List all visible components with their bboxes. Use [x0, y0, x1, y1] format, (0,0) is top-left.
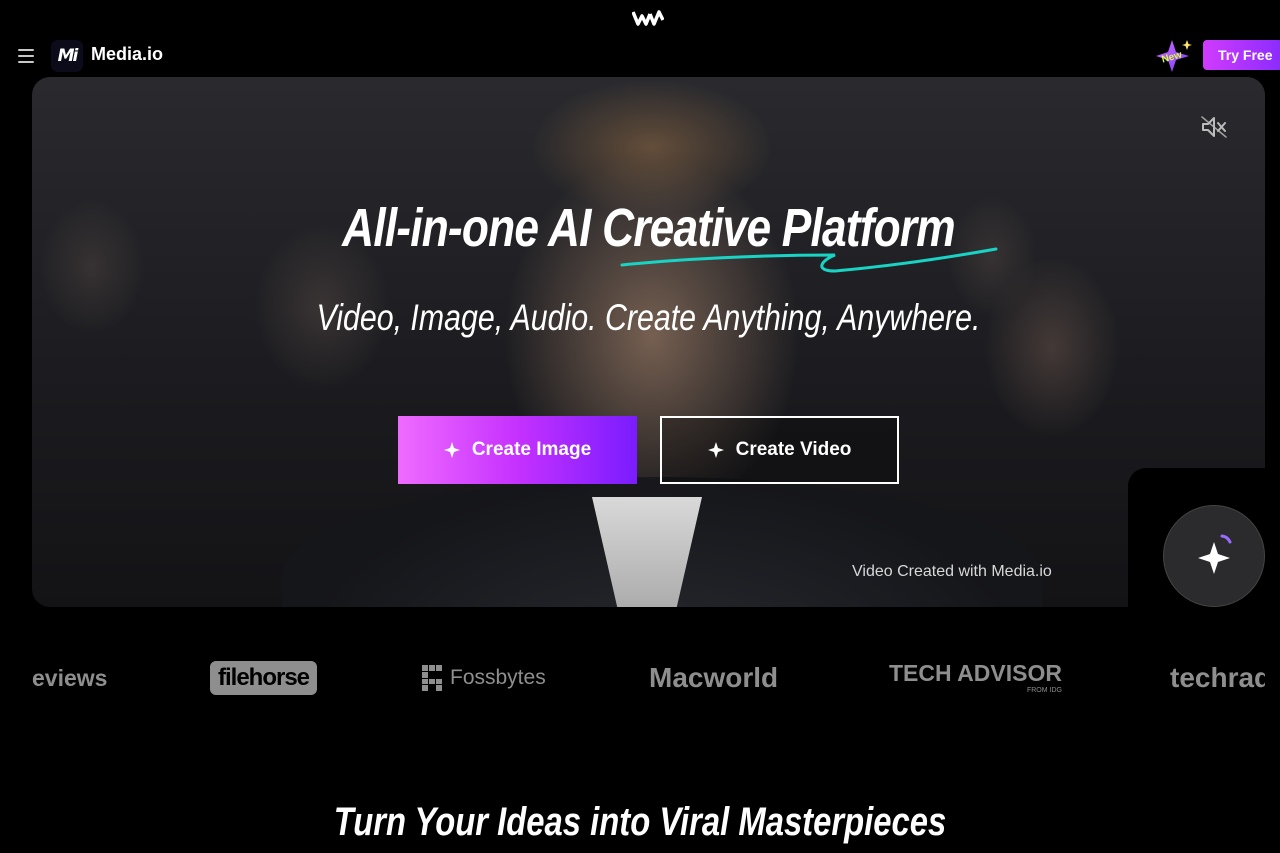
mute-speaker-icon[interactable]	[1200, 115, 1228, 139]
section-title: Turn Your Ideas into Viral Masterpieces	[333, 800, 947, 844]
sparkle-icon	[443, 442, 460, 458]
ai-assistant-icon	[1198, 534, 1232, 574]
press-logo-filehorse: filehorse	[210, 650, 318, 706]
techadvisor-wordmark: TECH ADVISOR	[889, 660, 1062, 686]
menu-icon[interactable]	[18, 49, 34, 63]
wondershare-logo-icon[interactable]	[632, 10, 664, 26]
brand-logo[interactable]: Mi	[51, 40, 83, 72]
fossbytes-icon	[422, 665, 442, 691]
title-underline-scribble	[620, 247, 998, 273]
new-sparkle-icon[interactable]: New	[1154, 38, 1194, 74]
filehorse-wordmark: filehorse	[210, 661, 318, 695]
try-free-button[interactable]: Try Free	[1203, 40, 1280, 70]
press-logo-fossbytes: Fossbytes	[422, 650, 546, 706]
top-nav: Mi Media.io New Try Free	[0, 36, 1280, 74]
press-logo-techadvisor: TECH ADVISOR FROM IDG	[889, 650, 1062, 706]
press-logo-strip: eviews filehorse Fossbytes Macworld TECH…	[32, 650, 1265, 706]
create-image-label: Create Image	[471, 439, 592, 460]
sparkle-icon	[707, 442, 724, 458]
create-image-button[interactable]: Create Image	[398, 416, 637, 484]
hero-video[interactable]: All-in-one AI Creative Platform Video, I…	[32, 77, 1265, 607]
new-badge-label: New	[1161, 49, 1184, 65]
hero-subtitle: Video, Image, Audio. Create Anything, An…	[316, 297, 981, 338]
create-video-button[interactable]: Create Video	[660, 416, 899, 484]
create-video-label: Create Video	[735, 439, 852, 460]
techadvisor-tagline: FROM IDG	[1026, 687, 1062, 694]
press-logo-techradar: techrad	[1170, 662, 1265, 693]
brand-name[interactable]: Media.io	[91, 44, 163, 65]
press-logo-reviews: eviews	[32, 664, 108, 691]
ai-assistant-button[interactable]	[1163, 505, 1265, 607]
fossbytes-wordmark: Fossbytes	[450, 666, 546, 689]
hero-caption: Video Created with Media.io	[852, 563, 1052, 580]
press-logo-macworld: Macworld	[649, 662, 779, 693]
